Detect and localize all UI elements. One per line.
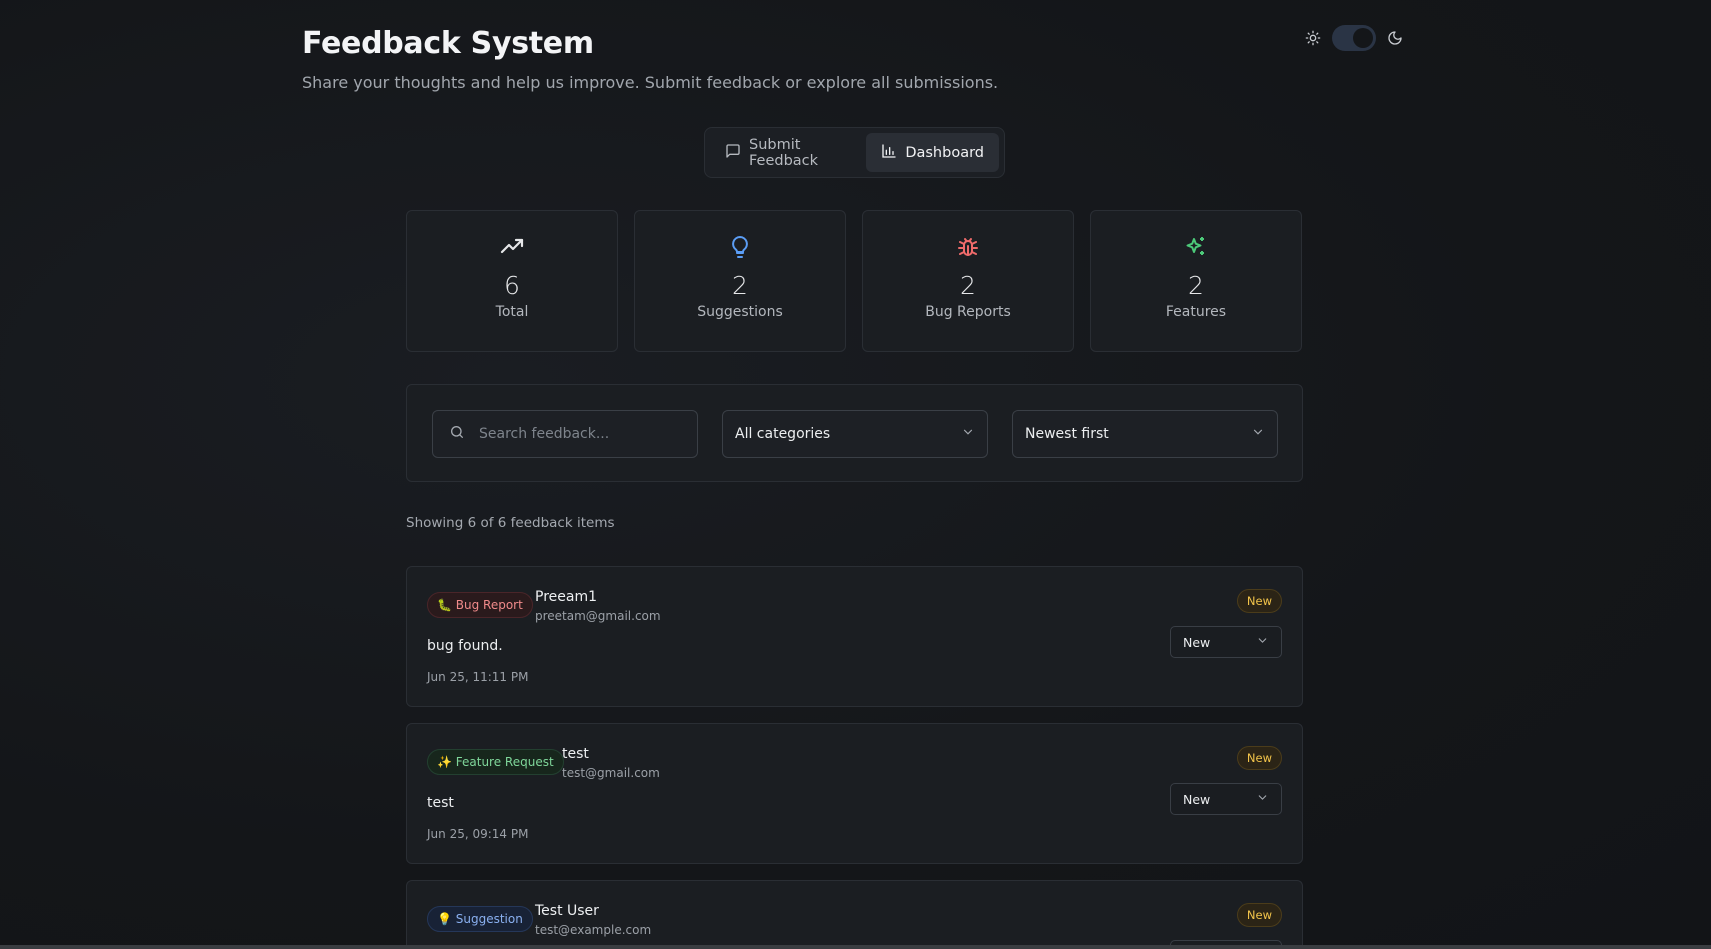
horizontal-scrollbar[interactable] (0, 945, 1711, 949)
message-square-icon (725, 143, 741, 163)
search-input[interactable] (479, 426, 669, 442)
moon-icon (1386, 29, 1404, 47)
view-tabs: Submit Feedback Dashboard (704, 127, 1005, 178)
stat-value: 6 (504, 271, 520, 300)
tab-submit-feedback[interactable]: Submit Feedback (710, 133, 862, 172)
stat-label: Suggestions (697, 304, 783, 320)
author-email: test@gmail.com (562, 766, 660, 780)
feedback-card: ✨ Feature Request test test@gmail.com te… (406, 723, 1303, 864)
stat-card-features: 2 Features (1090, 210, 1302, 352)
bug-icon (956, 235, 980, 259)
tab-label: Submit Feedback (749, 136, 819, 169)
status-badge: New (1236, 746, 1282, 770)
category-select[interactable]: All categories (722, 410, 988, 458)
feedback-date: Jun 25, 09:14 PM (427, 827, 529, 841)
stat-value: 2 (1188, 271, 1204, 300)
status-badge: New (1236, 903, 1282, 927)
lightbulb-icon (728, 235, 752, 259)
search-box[interactable] (432, 410, 698, 458)
status-select[interactable]: New (1170, 626, 1282, 658)
page-subtitle: Share your thoughts and help us improve.… (302, 73, 999, 92)
author-name: Preeam1 (535, 589, 597, 605)
stat-card-bug-reports: 2 Bug Reports (862, 210, 1074, 352)
page-title: Feedback System (302, 26, 594, 61)
page: Feedback System Share your thoughts and … (0, 0, 1711, 949)
tab-dashboard[interactable]: Dashboard (866, 133, 999, 172)
feedback-date: Jun 25, 11:11 PM (427, 670, 529, 684)
sparkles-icon (1184, 235, 1208, 259)
feedback-card: 🐛 Bug Report Preeam1 preetam@gmail.com b… (406, 566, 1303, 707)
sort-select[interactable]: Newest first (1012, 410, 1278, 458)
status-select-value: New (1183, 791, 1211, 807)
stat-label: Features (1165, 304, 1227, 320)
status-badge: New (1236, 589, 1282, 613)
search-icon (449, 424, 465, 444)
chevron-down-icon (961, 425, 975, 443)
category-badge: ✨ Feature Request (427, 749, 564, 775)
status-select-value: New (1183, 634, 1211, 650)
stat-value: 2 (960, 271, 976, 300)
theme-switch[interactable] (1332, 25, 1376, 51)
bar-chart-icon (881, 143, 897, 163)
filter-panel: All categories Newest first (406, 384, 1303, 482)
category-select-value: All categories (735, 426, 831, 442)
feedback-message: bug found. (427, 638, 503, 654)
sort-select-value: Newest first (1025, 426, 1109, 442)
author-name: Test User (535, 903, 599, 919)
category-badge: 💡 Suggestion (427, 906, 533, 932)
sun-icon (1304, 29, 1322, 47)
chevron-down-icon (1256, 634, 1269, 650)
stat-value: 2 (732, 271, 748, 300)
feedback-card: 💡 Suggestion Test User test@example.com … (406, 880, 1303, 946)
author-email: preetam@gmail.com (535, 609, 661, 623)
chevron-down-icon (1256, 791, 1269, 807)
theme-switch-knob (1353, 28, 1373, 48)
category-badge: 🐛 Bug Report (427, 592, 533, 618)
tab-label: Dashboard (905, 144, 984, 161)
theme-toggle[interactable] (1304, 24, 1404, 52)
stat-label: Total (495, 304, 529, 320)
results-count: Showing 6 of 6 feedback items (406, 515, 615, 531)
author-name: test (562, 746, 589, 762)
trending-up-icon (500, 235, 524, 259)
chevron-down-icon (1251, 425, 1265, 443)
status-select[interactable]: New (1170, 783, 1282, 815)
stat-card-suggestions: 2 Suggestions (634, 210, 846, 352)
feedback-message: test (427, 795, 454, 811)
stat-card-total: 6 Total (406, 210, 618, 352)
stat-label: Bug Reports (925, 304, 1011, 320)
author-email: test@example.com (535, 923, 652, 937)
